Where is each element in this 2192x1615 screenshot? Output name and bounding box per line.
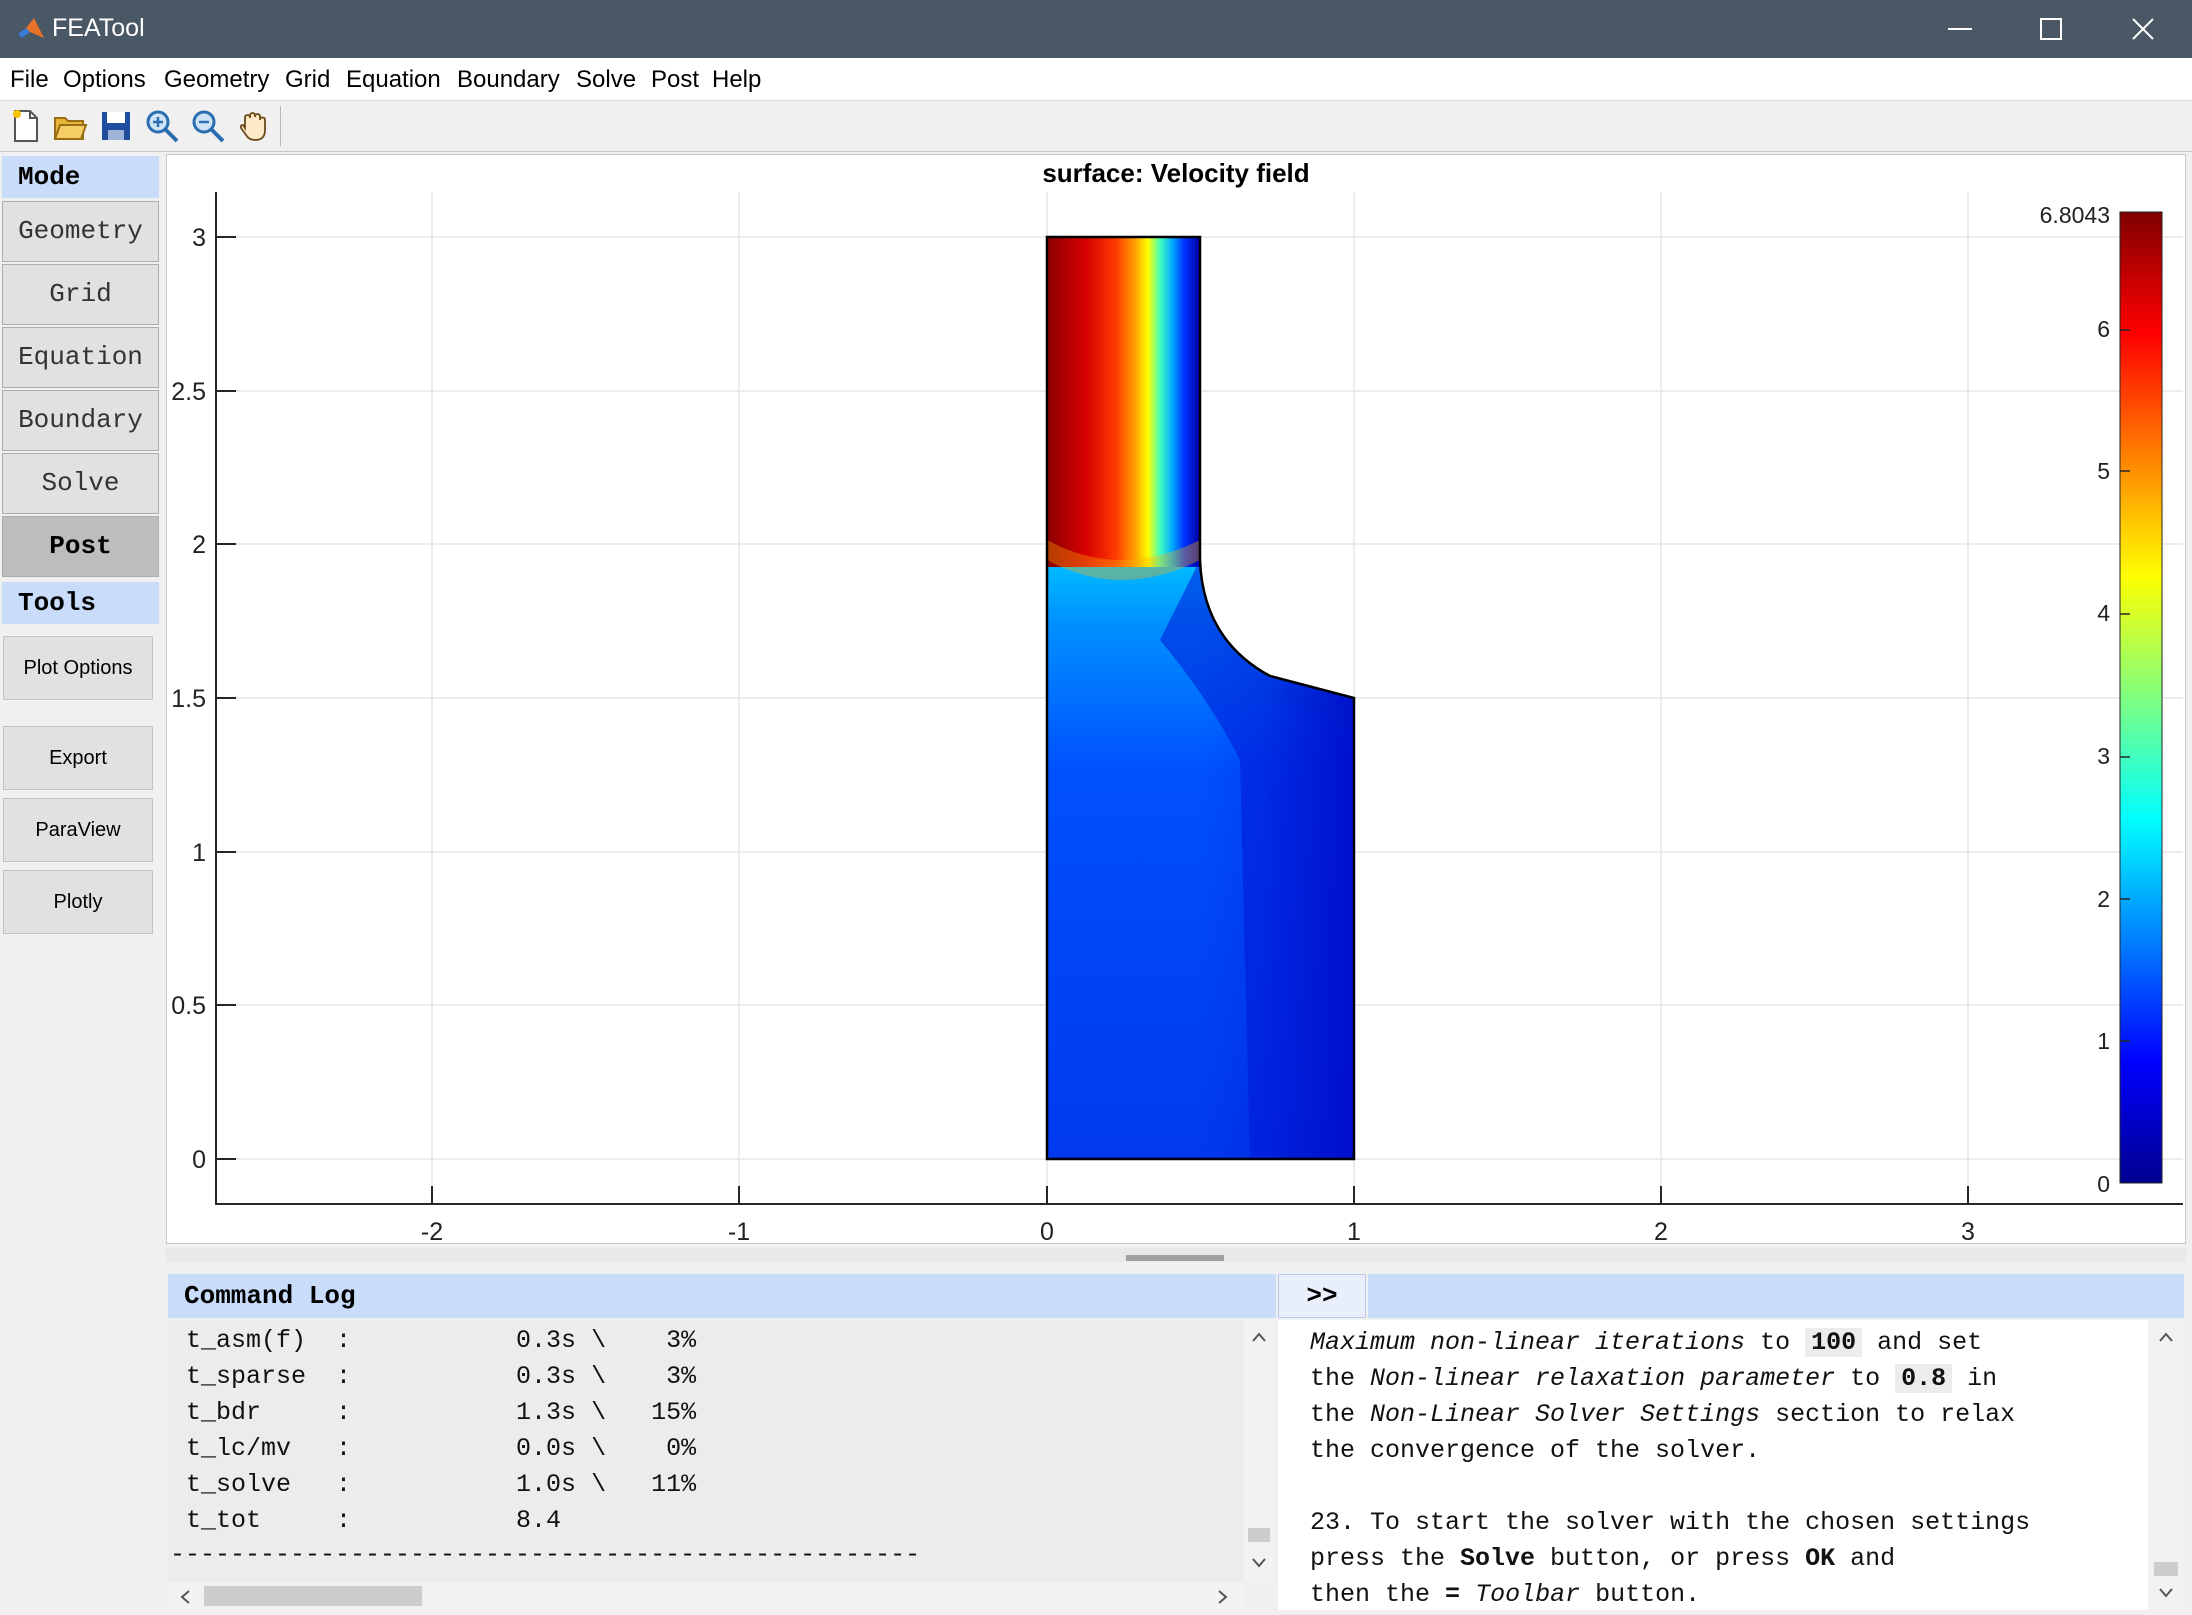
help-vertical-scrollbar[interactable] bbox=[2148, 1320, 2184, 1610]
y-tick-label: 1.5 bbox=[171, 685, 206, 713]
log-line: t_solve : 1.0s \ 11% bbox=[186, 1470, 697, 1499]
x-tick-label: -2 bbox=[420, 1218, 444, 1246]
log-line: t_lc/mv : 0.0s \ 0% bbox=[186, 1434, 697, 1463]
y-tick-label: 0.5 bbox=[171, 992, 206, 1020]
help-line: 23. To start the solver with the chosen … bbox=[1310, 1508, 2031, 1537]
y-tick-label: 3 bbox=[192, 224, 206, 252]
log-line: t_sparse : 0.3s \ 3% bbox=[186, 1362, 697, 1391]
y-tick-label: 0 bbox=[192, 1146, 206, 1174]
x-tick-label: 0 bbox=[1040, 1218, 1054, 1246]
help-line: then the = Toolbar button. bbox=[1310, 1580, 1701, 1609]
log-horizontal-thumb[interactable] bbox=[204, 1586, 422, 1606]
help-line: Maximum non-linear iterations to 100 and… bbox=[1310, 1328, 1983, 1357]
colorbar-tick-label: 4 bbox=[2097, 600, 2110, 626]
colorbar bbox=[2119, 211, 2163, 1184]
help-line: the Non-linear relaxation parameter to 0… bbox=[1310, 1364, 1998, 1393]
y-tick-label: 1 bbox=[192, 839, 206, 867]
log-line: t_asm(f) : 0.3s \ 3% bbox=[186, 1326, 697, 1355]
help-line: the Non-Linear Solver Settings section t… bbox=[1310, 1400, 2016, 1429]
command-log-header: Command Log bbox=[168, 1274, 1276, 1318]
log-vertical-scrollbar[interactable] bbox=[1244, 1320, 1274, 1582]
scroll-right-icon[interactable] bbox=[1218, 1590, 1228, 1604]
log-line: t_bdr : 1.3s \ 15% bbox=[186, 1398, 697, 1427]
y-tick-label: 2.5 bbox=[171, 378, 206, 406]
scroll-down-icon[interactable] bbox=[2159, 1588, 2173, 1598]
expand-log-button[interactable]: >> bbox=[1278, 1274, 1366, 1318]
help-header-bar bbox=[1368, 1274, 2184, 1318]
splitter-grip[interactable] bbox=[1126, 1255, 1224, 1261]
help-line: press the Solve button, or press OK and bbox=[1310, 1544, 1896, 1573]
colorbar-tick-label: 0 bbox=[2097, 1171, 2110, 1197]
scroll-up-icon[interactable] bbox=[2159, 1332, 2173, 1342]
scroll-up-icon[interactable] bbox=[1252, 1332, 1266, 1342]
colorbar-tick-label: 6 bbox=[2097, 316, 2110, 342]
x-tick-label: -1 bbox=[727, 1218, 751, 1246]
colorbar-tick-label: 1 bbox=[2097, 1028, 2110, 1054]
scroll-down-icon[interactable] bbox=[1252, 1558, 1266, 1568]
colorbar-tick-label: 5 bbox=[2097, 458, 2110, 484]
x-tick-label: 3 bbox=[1961, 1218, 1975, 1246]
scroll-thumb[interactable] bbox=[2154, 1562, 2178, 1576]
colorbar-tick-label: 2 bbox=[2097, 886, 2110, 912]
scroll-thumb[interactable] bbox=[1248, 1528, 1270, 1542]
y-tick-label: 2 bbox=[192, 531, 206, 559]
colorbar-tick-label: 3 bbox=[2097, 743, 2110, 769]
scroll-left-icon[interactable] bbox=[180, 1590, 190, 1604]
colorbar-max-label: 6.8043 bbox=[2039, 202, 2110, 228]
x-tick-label: 1 bbox=[1347, 1218, 1361, 1246]
log-line: t_tot : 8.4 bbox=[186, 1506, 562, 1535]
log-line: ----------------------------------------… bbox=[170, 1540, 921, 1569]
x-tick-label: 2 bbox=[1654, 1218, 1668, 1246]
help-line: the convergence of the solver. bbox=[1310, 1436, 1761, 1465]
